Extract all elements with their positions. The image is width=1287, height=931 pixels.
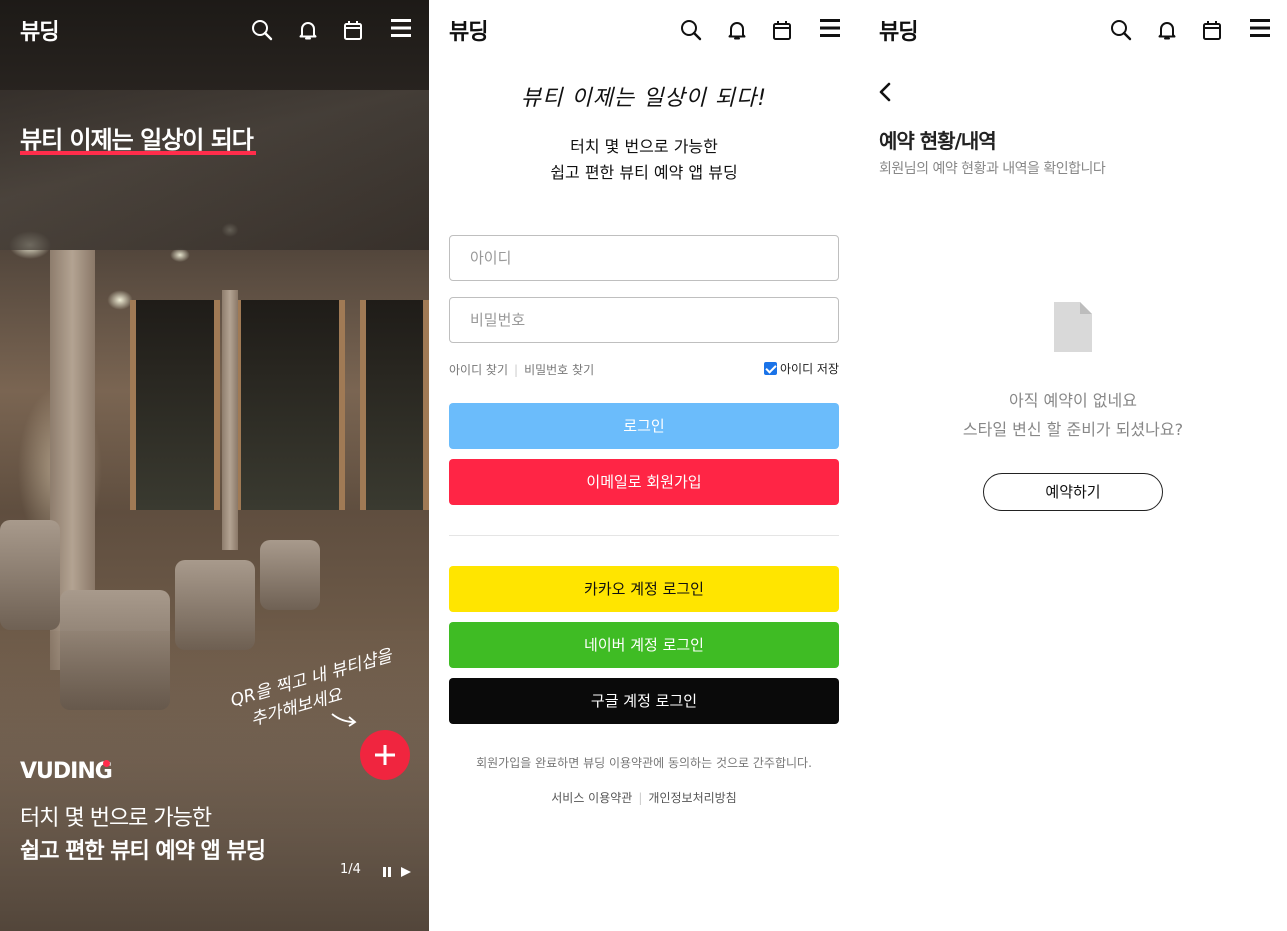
page-subtitle: 회원님의 예약 현황과 내역을 확인합니다 [879,161,1106,177]
hero-window [360,300,429,510]
calendar-icon[interactable] [1200,18,1224,42]
hero-subtitle-bold: 쉽고 편한 뷰티 예약 앱 뷰딩 [20,839,266,864]
terms-note: 회원가입을 완료하면 뷰딩 이용약관에 동의하는 것으로 간주합니다. [476,756,812,770]
hero-pillar [222,290,238,550]
menu-icon[interactable] [389,16,413,40]
kakao-login-button[interactable]: 카카오 계정 로그인 [449,566,839,612]
hero-brand: VUDING [20,759,113,784]
bell-icon[interactable] [725,18,749,42]
header: 뷰딩 [429,0,859,60]
hero-chair [260,540,320,610]
remember-id-checkbox[interactable] [763,362,777,375]
empty-message-sub: 스타일 변신 할 준비가 되셨나요? [962,420,1184,439]
page-title: 예약 현황/내역 [879,129,997,153]
terms-links: 서비스 이용약관 | 개인정보처리방침 [429,789,859,806]
hero-ceiling [0,90,429,250]
empty-document-icon [1054,302,1092,352]
menu-icon[interactable] [818,16,842,40]
logo[interactable]: 뷰딩 [449,14,488,46]
calendar-icon[interactable] [341,18,365,42]
naver-login-button[interactable]: 네이버 계정 로그인 [449,622,839,668]
hero-subtitle: 터치 몇 번으로 가능한 [20,806,212,831]
find-password-link[interactable]: 비밀번호 찾기 [524,363,594,377]
hero-tagline-underline [20,151,256,155]
remember-id-label: 아이디 저장 [779,362,839,376]
brand-dot [103,760,110,767]
logo[interactable]: 뷰딩 [879,14,918,46]
remember-id[interactable]: 아이디 저장 [763,360,839,377]
password-input[interactable] [449,297,839,343]
find-id-link[interactable]: 아이디 찾기 [449,363,508,377]
login-button[interactable]: 로그인 [449,403,839,449]
google-login-button[interactable]: 구글 계정 로그인 [449,678,839,724]
arrow-icon [331,713,357,727]
search-icon[interactable] [679,18,703,42]
link-separator: | [638,791,643,805]
play-icon[interactable] [400,866,412,878]
terms-of-service-link[interactable]: 서비스 이용약관 [551,791,632,805]
hero-window [235,300,345,510]
login-intro-line: 터치 몇 번으로 가능한 [570,137,718,156]
login-intro-line: 쉽고 편한 뷰티 예약 앱 뷰딩 [550,163,738,182]
back-arrow-icon[interactable] [877,82,893,102]
calendar-icon[interactable] [770,18,794,42]
plus-icon [375,745,395,765]
hero-panel: 뷰딩 뷰티 이제는 일상이 되다 QR을 찍고 내 뷰티샵을 추가해보세요 VU… [0,0,429,931]
bell-icon[interactable] [1155,18,1179,42]
header: 뷰딩 [859,0,1287,60]
link-separator: | [514,363,519,377]
slide-pager: 1/4 [340,862,361,877]
login-title: 뷰티 이제는 일상이 되다! [520,86,768,111]
privacy-policy-link[interactable]: 개인정보처리방침 [648,791,736,805]
search-icon[interactable] [250,18,274,42]
hero-chair [0,520,60,630]
hero-tagline: 뷰티 이제는 일상이 되다 [20,126,254,154]
bell-icon[interactable] [296,18,320,42]
pause-icon[interactable] [382,866,392,878]
login-intro: 터치 몇 번으로 가능한 쉽고 편한 뷰티 예약 앱 뷰딩 [429,134,859,186]
logo[interactable]: 뷰딩 [20,14,59,46]
id-input[interactable] [449,235,839,281]
make-reservation-button[interactable]: 예약하기 [983,473,1163,511]
header: 뷰딩 [0,0,429,60]
login-panel: 뷰딩 뷰티 이제는 일상이 되다! 터치 몇 번으로 가능한 쉽고 편한 뷰티 … [429,0,859,931]
menu-icon[interactable] [1248,16,1272,40]
search-icon[interactable] [1109,18,1133,42]
add-shop-button[interactable] [360,730,410,780]
divider [449,535,839,536]
email-signup-button[interactable]: 이메일로 회원가입 [449,459,839,505]
find-links: 아이디 찾기 | 비밀번호 찾기 [449,361,594,378]
hero-window [130,300,220,510]
reservations-panel: 뷰딩 예약 현황/내역 회원님의 예약 현황과 내역을 확인합니다 아직 예약이… [859,0,1287,931]
empty-message: 아직 예약이 없네요 [1009,391,1137,410]
